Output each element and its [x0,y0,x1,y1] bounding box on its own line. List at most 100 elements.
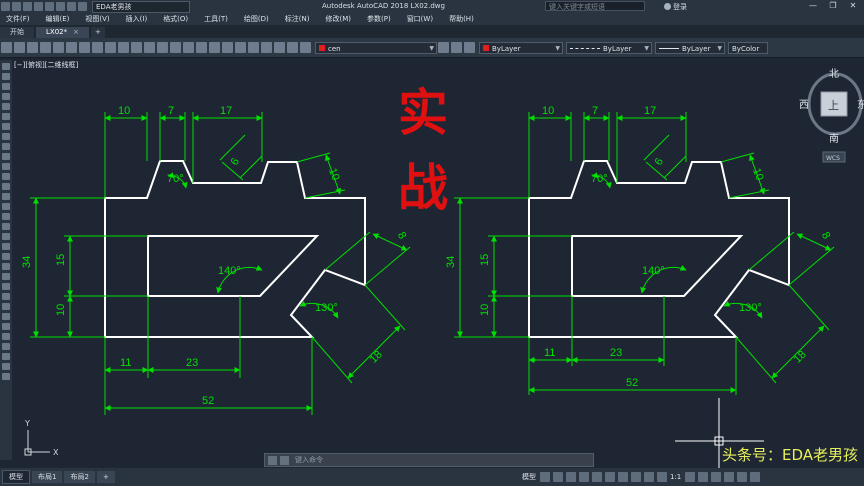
insert-block-icon[interactable] [2,173,10,180]
tab-lx02[interactable]: LX02* × [36,27,89,38]
layer-manager-icon[interactable] [300,42,311,53]
menu-file[interactable]: 文件(F) [6,14,30,24]
gear-icon[interactable] [685,472,696,482]
layout-tab-2[interactable]: 布局2 [64,471,95,483]
plus-icon[interactable] [698,472,709,482]
menu-help[interactable]: 帮助(H) [449,14,474,24]
customize-icon[interactable] [750,472,761,482]
sign-in-button[interactable]: 登录 [664,2,687,12]
trim-tool-icon[interactable] [2,273,10,280]
properties-icon[interactable] [209,42,220,53]
model-space-toggle[interactable]: 模型 [522,472,536,482]
cut-icon[interactable] [79,42,90,53]
menu-tools[interactable]: 工具(T) [204,14,228,24]
rectangle-tool-icon[interactable] [2,103,10,110]
lineweight-dropdown[interactable]: ByLayer ▼ [655,41,725,54]
gradient-tool-icon[interactable] [2,213,10,220]
layer-previous-icon[interactable] [451,42,462,53]
command-history-icon[interactable] [280,455,289,465]
workspace-dropdown[interactable]: EDA老男孩 [92,0,190,13]
extend-tool-icon[interactable] [2,283,10,290]
lineweight-icon[interactable] [618,472,628,482]
redo-icon[interactable] [78,2,87,11]
mtext-tool-icon[interactable] [2,243,10,250]
save-icon[interactable] [34,2,43,11]
line-tool-icon[interactable] [2,63,10,70]
menu-parametric[interactable]: 参数(P) [367,14,391,24]
undo-toolbar-icon[interactable] [131,42,142,53]
tab-start[interactable]: 开始 [0,27,34,38]
offset-tool-icon[interactable] [2,293,10,300]
transparency-icon[interactable] [631,472,641,482]
annotation-icon[interactable] [657,472,667,482]
search-input[interactable]: 键入关键字或短语 [545,1,645,11]
help-icon[interactable] [287,42,298,53]
ortho-icon[interactable] [566,472,576,482]
make-current-layer-icon[interactable] [438,42,449,53]
osnap-icon[interactable] [592,472,602,482]
zoom-window-icon[interactable] [183,42,194,53]
open-file-icon[interactable] [23,2,32,11]
hardware-accel-icon[interactable] [724,472,735,482]
minimize-button[interactable]: — [806,1,820,11]
point-tool-icon[interactable] [2,193,10,200]
table-tool-icon[interactable] [2,233,10,240]
layer-states-icon[interactable] [464,42,475,53]
make-block-icon[interactable] [2,183,10,190]
array-tool-icon[interactable] [2,313,10,320]
stretch-tool-icon[interactable] [2,333,10,340]
tool-palettes-icon[interactable] [235,42,246,53]
command-line[interactable]: 键入命令 [264,453,594,467]
save-as-icon[interactable] [45,2,54,11]
layer-dropdown[interactable]: cen ▼ [315,41,437,54]
viewcube-south[interactable]: 南 [829,132,839,145]
menu-draw[interactable]: 绘图(D) [244,14,269,24]
drawing-canvas[interactable]: 10 7 17 70° 6 10 8 140° 130° 34 15 10 11… [0,0,864,486]
snap-icon[interactable] [553,472,563,482]
match-properties-icon[interactable] [118,42,129,53]
zoom-previous-icon[interactable] [196,42,207,53]
erase-tool-icon[interactable] [2,373,10,380]
fillet-tool-icon[interactable] [2,343,10,350]
clean-screen-icon[interactable] [737,472,748,482]
mirror-tool-icon[interactable] [2,303,10,310]
annotation-scale[interactable]: 1:1 [670,473,681,481]
arc-tool-icon[interactable] [2,113,10,120]
menu-window[interactable]: 窗口(W) [407,14,433,24]
tab-close-icon[interactable]: × [73,28,79,36]
close-command-icon[interactable] [268,455,277,465]
markup-icon[interactable] [261,42,272,53]
viewcube-face[interactable]: 上 [828,99,839,112]
viewcube[interactable]: 上 北 南 西 东 WCS [799,68,864,163]
sheet-set-icon[interactable] [248,42,259,53]
spline-tool-icon[interactable] [2,143,10,150]
add-layout-button[interactable]: + [96,471,115,483]
color-dropdown[interactable]: ByLayer ▼ [479,41,563,54]
copy-icon[interactable] [92,42,103,53]
publish-icon[interactable] [66,42,77,53]
new-tab-button[interactable]: + [90,27,105,38]
qnew-icon[interactable] [1,42,12,53]
menu-format[interactable]: 格式(O) [163,14,188,24]
rotate-tool-icon[interactable] [2,263,10,270]
wcs-menu[interactable]: WCS [826,155,840,162]
preview-icon[interactable] [53,42,64,53]
polyline-tool-icon[interactable] [2,83,10,90]
qsave-icon[interactable] [27,42,38,53]
design-center-icon[interactable] [222,42,233,53]
redo-toolbar-icon[interactable] [144,42,155,53]
viewport-controls[interactable]: [−][俯视][二维线框] [14,60,78,70]
construction-line-icon[interactable] [2,73,10,80]
move-tool-icon[interactable] [2,253,10,260]
ellipse-arc-tool-icon[interactable] [2,163,10,170]
scale-tool-icon[interactable] [2,323,10,330]
plot-icon[interactable] [40,42,51,53]
layout-tab-1[interactable]: 布局1 [32,471,63,483]
paste-icon[interactable] [105,42,116,53]
chamfer-tool-icon[interactable] [2,353,10,360]
qopen-icon[interactable] [14,42,25,53]
print-icon[interactable] [56,2,65,11]
hatch-tool-icon[interactable] [2,203,10,210]
explode-tool-icon[interactable] [2,363,10,370]
ellipse-tool-icon[interactable] [2,153,10,160]
